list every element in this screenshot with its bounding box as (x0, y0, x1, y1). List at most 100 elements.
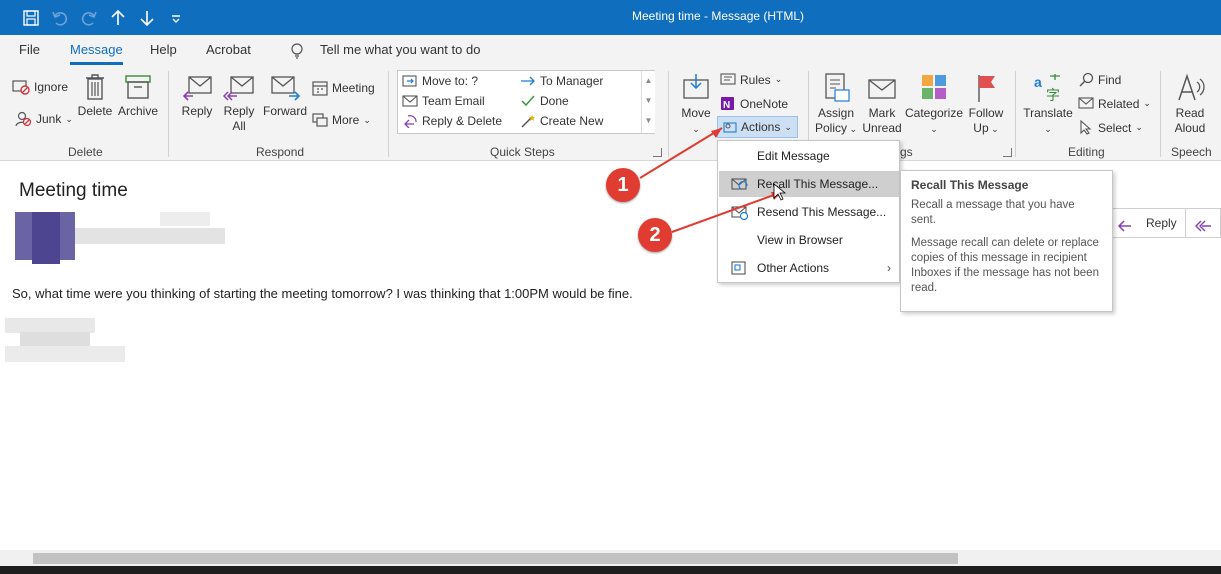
menu-item-edit-message[interactable]: Edit Message (719, 143, 899, 169)
translate-button[interactable]: a字 Translate ⌄ (1022, 72, 1074, 137)
quick-steps-launcher[interactable] (653, 148, 662, 157)
arrow-right-icon (521, 76, 535, 86)
quick-step-label: Move to: ? (422, 74, 479, 88)
menu-item-view-in-browser[interactable]: View in Browser (719, 227, 899, 253)
categorize-button[interactable]: Categorize ⌄ (904, 72, 964, 137)
quick-step-done[interactable]: Done (520, 94, 569, 108)
move-button[interactable]: Move ⌄ (678, 72, 714, 137)
checkmark-icon (521, 95, 535, 107)
inline-reply-button[interactable]: Reply (1146, 216, 1177, 230)
forward-label: Forward (262, 104, 307, 118)
reply-all-button[interactable]: Reply All (220, 72, 258, 134)
ribbon: Ignore Junk ⌄ Delete Archive Delete Reply… (0, 67, 1221, 161)
follow-up-button[interactable]: Follow Up ⌄ (964, 72, 1008, 137)
quick-step-to-manager[interactable]: To Manager (520, 74, 603, 88)
translate-label: Translate (1023, 106, 1073, 120)
tab-help[interactable]: Help (150, 42, 177, 57)
menu-item-label: Recall This Message... (757, 177, 879, 191)
up-arrow-icon[interactable] (108, 8, 128, 28)
mark-unread-button[interactable]: Mark Unread (860, 72, 904, 136)
scrollbar-thumb[interactable] (33, 553, 958, 564)
quick-steps-group-label: Quick Steps (490, 145, 555, 159)
annotation-badge-1: 1 (606, 168, 640, 202)
reply-all-arrow-icon[interactable] (1195, 214, 1217, 232)
quick-step-create-new[interactable]: Create New (520, 114, 603, 128)
annotation-badge-2: 2 (638, 218, 672, 252)
quick-step-move-to[interactable]: Move to: ? (402, 74, 478, 88)
resend-icon (731, 206, 749, 220)
tab-message[interactable]: Message (70, 42, 123, 65)
archive-label: Archive (117, 104, 158, 118)
reply-button[interactable]: Reply (178, 72, 216, 119)
mark-label-1: Mark (868, 106, 896, 120)
tooltip-text: Recall a message that you have sent. (911, 199, 1075, 226)
archive-icon (125, 75, 151, 99)
svg-text:a: a (1034, 74, 1042, 90)
menu-item-resend-message[interactable]: Resend This Message... (719, 199, 899, 225)
menu-item-label: View in Browser (757, 233, 843, 247)
mark-unread-icon (868, 79, 896, 99)
archive-button[interactable]: Archive (116, 72, 160, 119)
categorize-icon (922, 75, 946, 99)
quick-step-team-email[interactable]: Team Email (402, 94, 485, 108)
rules-button[interactable]: Rules ⌄ (720, 72, 782, 87)
quick-step-label: Done (540, 94, 569, 108)
ignore-button[interactable]: Ignore (12, 79, 68, 95)
sender-detail-redacted (160, 212, 210, 226)
reply-toolbar: Reply (1108, 208, 1221, 238)
quick-step-label: To Manager (540, 74, 604, 88)
down-arrow-icon[interactable] (137, 8, 157, 28)
onenote-icon: N (721, 97, 734, 111)
ignore-icon (12, 80, 30, 95)
meeting-button[interactable]: Meeting (312, 80, 375, 96)
undo-icon[interactable] (50, 8, 70, 28)
menu-item-recall-message[interactable]: Recall This Message... (719, 171, 899, 197)
divider (1015, 71, 1016, 157)
submenu-arrow-icon: › (887, 261, 891, 275)
forward-icon (271, 76, 301, 101)
signature-redacted (5, 318, 95, 333)
quick-step-label: Team Email (422, 94, 485, 108)
categorize-label: Categorize (904, 106, 964, 120)
menu-item-label: Other Actions (757, 261, 830, 275)
assign-policy-button[interactable]: Assign Policy ⌄ (812, 72, 860, 137)
quick-steps-scroll[interactable]: ▲ ▼ ▼ (641, 71, 655, 133)
tab-file[interactable]: File (19, 42, 40, 57)
svg-text:N: N (723, 100, 730, 111)
customize-qat-icon[interactable] (166, 8, 186, 28)
tab-acrobat[interactable]: Acrobat (206, 42, 251, 57)
related-button[interactable]: Related ⌄ (1078, 96, 1151, 111)
actions-label: Actions (741, 120, 781, 134)
divider (1160, 71, 1161, 157)
onenote-label: OneNote (740, 96, 789, 111)
assign-label-2: Policy (814, 121, 847, 135)
read-aloud-button[interactable]: Read Aloud (1168, 72, 1212, 136)
find-button[interactable]: Find (1078, 72, 1121, 87)
divider (388, 71, 389, 157)
select-button[interactable]: Select ⌄ (1078, 120, 1143, 135)
actions-icon (723, 122, 737, 133)
actions-menu: Edit Message Recall This Message... Rese… (717, 140, 900, 283)
delete-button[interactable]: Delete (77, 72, 113, 119)
quick-step-label: Reply & Delete (422, 114, 503, 128)
translate-icon: a字 (1034, 74, 1060, 104)
signature-redacted (5, 346, 125, 362)
more-button[interactable]: More ⌄ (312, 112, 371, 128)
onenote-button[interactable]: N OneNote (720, 96, 788, 111)
divider (168, 71, 169, 157)
tell-me-search[interactable]: Tell me what you want to do (320, 42, 480, 57)
junk-button[interactable]: Junk ⌄ (14, 111, 73, 127)
reply-icon (182, 76, 212, 101)
assign-policy-icon (825, 73, 850, 102)
tags-launcher[interactable] (1003, 148, 1012, 157)
menu-item-label: Edit Message (757, 149, 830, 163)
editing-group-label: Editing (1068, 145, 1105, 159)
save-icon[interactable] (21, 8, 41, 28)
meeting-label: Meeting (332, 81, 375, 95)
speech-group-label: Speech (1171, 145, 1212, 159)
menu-item-other-actions[interactable]: Other Actions › (719, 255, 899, 281)
forward-button[interactable]: Forward (262, 72, 308, 119)
redo-icon[interactable] (79, 8, 99, 28)
quick-step-reply-delete[interactable]: Reply & Delete (402, 114, 502, 128)
actions-button[interactable]: Actions ⌄ (717, 116, 798, 138)
